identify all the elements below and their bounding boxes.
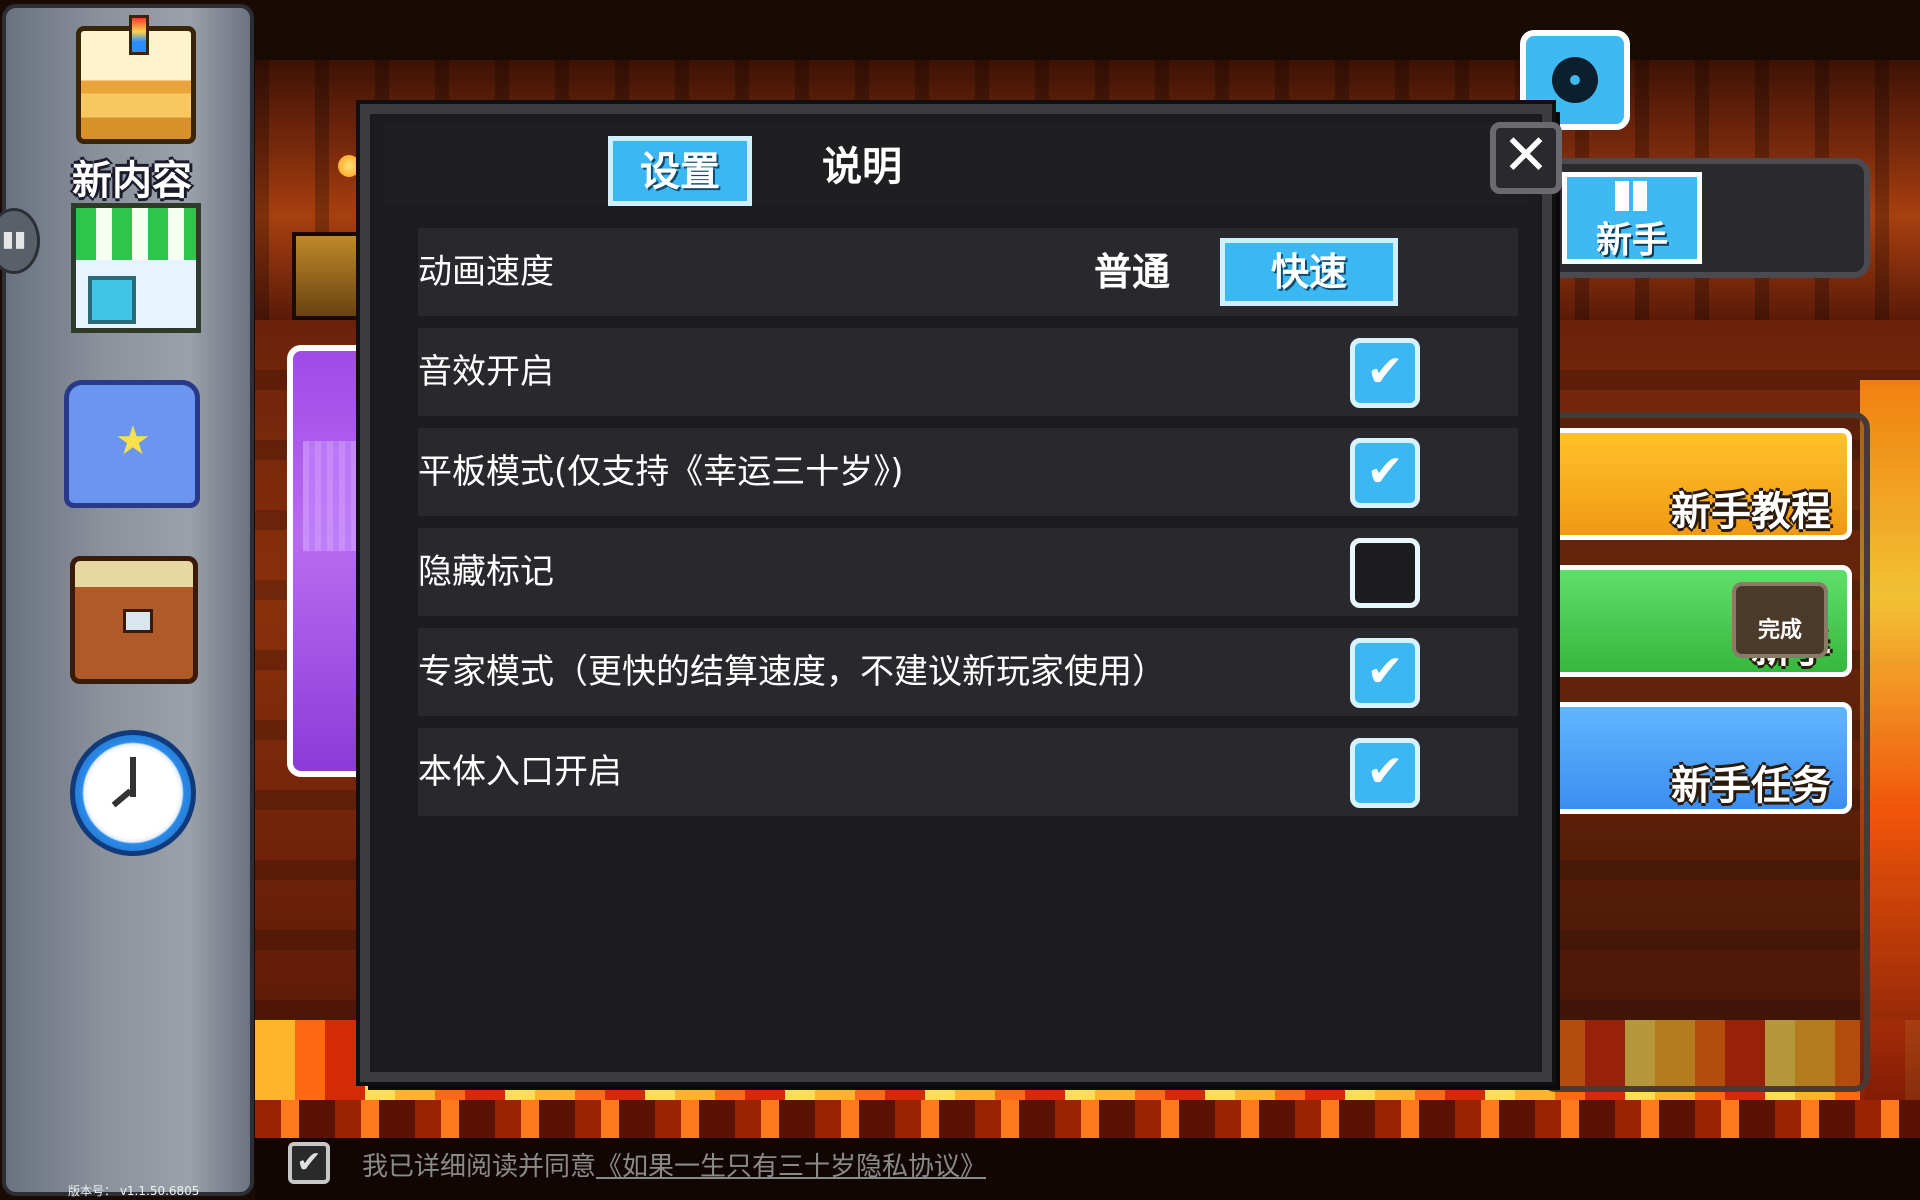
clock-icon[interactable] (70, 730, 196, 856)
setting-row-tablet-mode: 平板模式(仅支持《幸运三十岁》) ✔ (418, 428, 1518, 516)
close-icon[interactable]: ✕ (1490, 122, 1562, 194)
setting-label: 音效开启 (418, 352, 554, 392)
setting-label: 专家模式（更快的结算速度，不建议新玩家使用） (418, 652, 1166, 692)
version-text: 版本号： v1.1.50.6805 (68, 1184, 200, 1198)
done-badge: 完成 (1732, 582, 1828, 658)
speed-normal-option[interactable]: 普通 (1094, 228, 1170, 316)
tutorial-button[interactable]: 新手教程 (1550, 428, 1852, 540)
new-content-label[interactable]: 新内容 (56, 148, 208, 206)
shop-icon[interactable] (71, 203, 201, 333)
gear-icon (1552, 57, 1598, 103)
gift-icon (1615, 181, 1649, 211)
setting-row-animation-speed: 动画速度 普通 快速 (418, 228, 1518, 316)
setting-label: 平板模式(仅支持《幸运三十岁》) (418, 452, 904, 492)
tab-novice[interactable]: 新手 (1562, 172, 1702, 264)
left-sidebar: 新内容 版本号： v1.1.50.6805 (2, 4, 254, 1198)
settings-dialog: 设置 说明 ✕ 动画速度 普通 快速 音效开启 ✔ 平板模式(仅支持《幸运三十岁… (360, 104, 1562, 1082)
setting-row-hide-markers: 隐藏标记 (418, 528, 1518, 616)
ember-icon (338, 155, 360, 177)
hide-markers-checkbox[interactable] (1350, 538, 1420, 608)
speed-fast-option[interactable]: 快速 (1220, 238, 1398, 306)
agreement-prefix: 我已详细阅读并同意 (362, 1152, 597, 1182)
sound-checkbox[interactable]: ✔ (1350, 338, 1420, 408)
agreement-checkbox[interactable]: ✔ (288, 1142, 330, 1184)
privacy-policy-link[interactable]: 《如果一生只有三十岁隐私协议》 (596, 1152, 986, 1182)
tab-settings[interactable]: 设置 (608, 136, 752, 206)
setting-row-main-entry: 本体入口开启 ✔ (418, 728, 1518, 816)
tablet-mode-checkbox[interactable]: ✔ (1350, 438, 1420, 508)
settings-list: 动画速度 普通 快速 音效开启 ✔ 平板模式(仅支持《幸运三十岁》) ✔ 隐藏标… (418, 228, 1518, 828)
setting-row-expert-mode: 专家模式（更快的结算速度，不建议新玩家使用） ✔ (418, 628, 1518, 716)
setting-row-sound: 音效开启 ✔ (418, 328, 1518, 416)
tab-novice-label: 新手 (1595, 220, 1668, 261)
tab-instructions[interactable]: 说明 (802, 136, 922, 206)
dialog-header: 设置 说明 ✕ (384, 122, 1562, 206)
anvil-icon (292, 232, 370, 320)
agreement-text: 我已详细阅读并同意《如果一生只有三十岁隐私协议》 (362, 1146, 986, 1183)
backpack-icon[interactable] (70, 556, 198, 684)
setting-label: 本体入口开启 (418, 752, 622, 792)
cake-icon[interactable] (76, 15, 196, 144)
shirt-icon[interactable] (64, 380, 200, 508)
main-entry-checkbox[interactable]: ✔ (1350, 738, 1420, 808)
expert-mode-checkbox[interactable]: ✔ (1350, 638, 1420, 708)
novice-tasks-button[interactable]: 新手任务 (1550, 702, 1852, 814)
setting-label: 动画速度 (418, 252, 554, 292)
setting-label: 隐藏标记 (418, 552, 554, 592)
